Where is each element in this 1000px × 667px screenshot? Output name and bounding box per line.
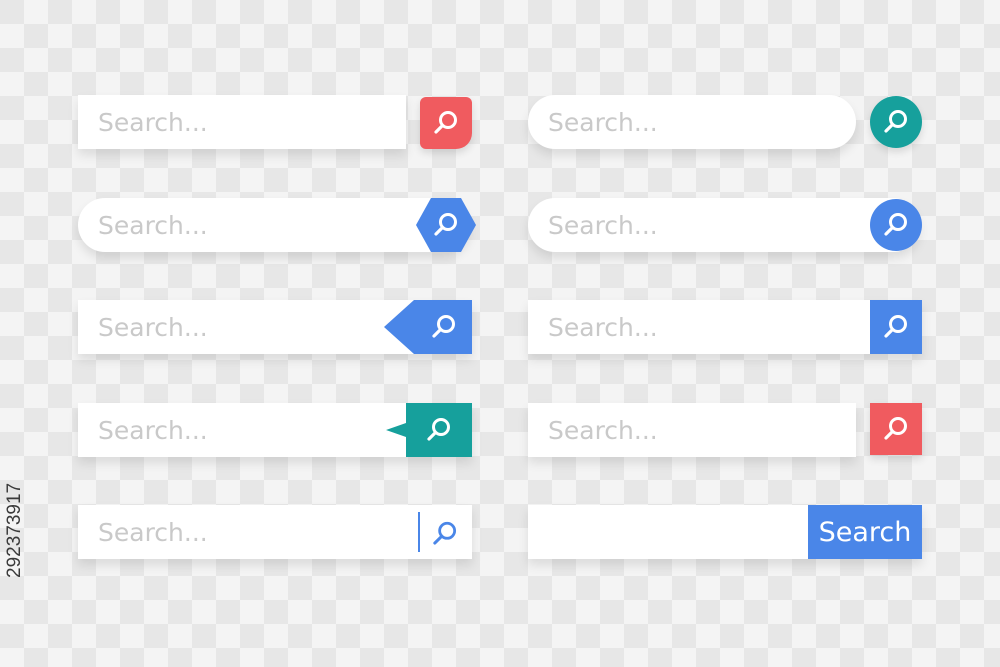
magnifier-icon: [425, 416, 453, 444]
search-button-1[interactable]: [420, 97, 472, 149]
search-placeholder: Search...: [98, 415, 208, 445]
search-text-button[interactable]: Search: [808, 505, 922, 559]
search-placeholder: Search...: [98, 517, 208, 547]
search-input-9[interactable]: Search...: [528, 403, 856, 457]
magnifier-icon: [882, 211, 910, 239]
magnifier-icon: [432, 211, 460, 239]
magnifier-icon: [432, 109, 460, 137]
search-divider: [418, 512, 420, 552]
search-placeholder: Search...: [548, 107, 658, 137]
search-placeholder: Search...: [98, 210, 208, 240]
search-button-3[interactable]: [384, 300, 472, 354]
search-button-6[interactable]: [870, 96, 922, 148]
search-button-5[interactable]: [428, 517, 462, 551]
search-input-2[interactable]: Search...: [78, 198, 470, 252]
magnifier-icon: [882, 415, 910, 443]
search-input-8[interactable]: Search...: [528, 300, 922, 354]
magnifier-icon: [882, 108, 910, 136]
magnifier-icon: [882, 313, 910, 341]
search-placeholder: Search...: [98, 107, 208, 137]
search-placeholder: Search...: [548, 415, 658, 445]
search-button-7[interactable]: [870, 199, 922, 251]
search-button-4[interactable]: [386, 403, 472, 457]
magnifier-icon: [430, 313, 458, 341]
search-placeholder: Search...: [548, 312, 658, 342]
search-button-2[interactable]: [416, 198, 476, 252]
search-input-6[interactable]: Search...: [528, 95, 856, 149]
watermark-id: 292373917: [4, 482, 25, 578]
search-input-1[interactable]: Search...: [78, 95, 406, 149]
search-button-8[interactable]: [870, 300, 922, 354]
search-placeholder: Search...: [98, 312, 208, 342]
search-input-5[interactable]: Search...: [78, 505, 472, 559]
search-input-7[interactable]: Search...: [528, 198, 920, 252]
search-button-9[interactable]: [870, 403, 922, 455]
search-placeholder: Search...: [548, 210, 658, 240]
magnifier-icon: [430, 519, 460, 549]
